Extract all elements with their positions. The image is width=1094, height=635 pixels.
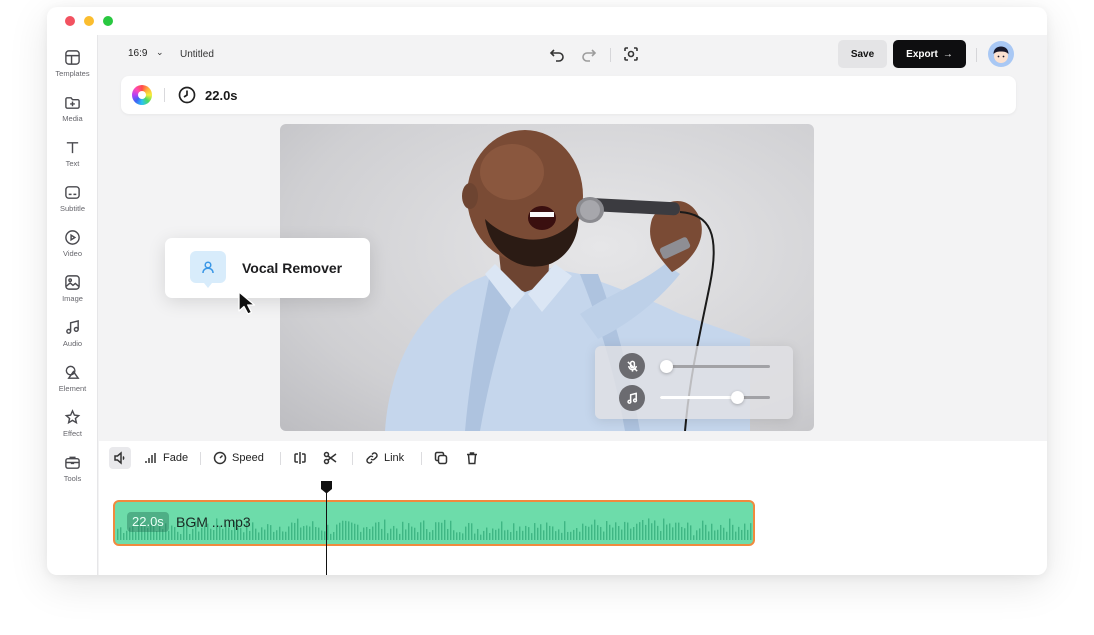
toolbar-divider (200, 452, 201, 465)
sidebar-item-templates[interactable]: Templates (47, 49, 98, 89)
sidebar-item-label: Subtitle (59, 204, 86, 213)
speed-icon (213, 451, 227, 465)
link-label: Link (384, 452, 405, 464)
music-note-icon[interactable] (619, 385, 645, 411)
link-icon (366, 452, 378, 464)
sidebar-item-label: Templates (55, 69, 90, 78)
sidebar-item-label: Video (62, 249, 83, 258)
image-icon (65, 275, 80, 290)
volume-icon[interactable] (109, 447, 131, 469)
music-volume-knob[interactable] (731, 391, 744, 404)
mouse-cursor-icon (238, 291, 256, 315)
aspect-ratio-select[interactable]: 16:9 (128, 48, 147, 59)
vocal-volume-knob[interactable] (659, 360, 673, 373)
export-button[interactable]: Export → (893, 40, 966, 68)
text-icon (66, 142, 79, 154)
sidebar-item-label: Tools (63, 474, 82, 483)
background-color-icon[interactable] (132, 85, 152, 105)
fade-icon (145, 453, 156, 463)
vocal-remover-popup[interactable]: Vocal Remover (165, 238, 370, 298)
split-icon[interactable] (293, 447, 307, 469)
effect-icon (64, 409, 81, 425)
templates-icon (65, 50, 80, 65)
volume-mixer-panel (595, 346, 793, 419)
export-button-label: Export (906, 48, 938, 60)
sidebar-item-label: Element (58, 384, 87, 393)
speed-button[interactable]: Speed (213, 447, 264, 469)
project-title[interactable]: Untitled (180, 49, 214, 60)
playhead-line[interactable] (326, 487, 327, 575)
tools-icon (65, 456, 80, 469)
sidebar-item-label: Text (65, 159, 80, 168)
save-button[interactable]: Save (838, 40, 887, 68)
audio-clip[interactable]: 22.0s BGM ...mp3 (113, 500, 755, 546)
toolbar-divider (280, 452, 281, 465)
speed-label: Speed (232, 452, 264, 464)
vocal-volume-slider[interactable] (659, 360, 770, 373)
sidebar-item-text[interactable]: Text (47, 139, 98, 179)
sidebar-item-element[interactable]: Element (47, 364, 98, 404)
sidebar-item-audio[interactable]: Audio (47, 319, 98, 359)
project-duration[interactable]: 22.0s (205, 88, 238, 103)
clock-icon (178, 86, 196, 104)
mic-muted-icon[interactable] (619, 353, 645, 379)
sidebar-item-label: Media (62, 114, 83, 123)
redo-icon[interactable] (581, 46, 597, 62)
sidebar-item-subtitle[interactable]: Subtitle (47, 184, 98, 224)
app-window: Templates Media Text Subtitle Video Imag… (47, 7, 1047, 575)
trash-icon[interactable] (465, 447, 479, 469)
duplicate-icon[interactable] (434, 447, 448, 469)
minimize-window-button[interactable] (84, 16, 94, 26)
top-toolbar: 16:9 ⌄ Untitled Save Export → (99, 35, 1047, 75)
user-icon (190, 251, 226, 288)
info-divider (164, 88, 165, 102)
chevron-down-icon[interactable]: ⌄ (156, 47, 164, 58)
sidebar-item-image[interactable]: Image (47, 274, 98, 314)
sidebar-item-label: Effect (62, 429, 83, 438)
audio-icon (66, 319, 79, 334)
fade-label: Fade (163, 452, 189, 464)
music-volume-fill (660, 396, 737, 399)
sidebar-item-label: Image (62, 294, 83, 303)
timeline-panel: Fade Speed Link 22.0s BGM ...mp3 (99, 441, 1047, 575)
sidebar-item-tools[interactable]: Tools (47, 454, 98, 494)
music-volume-slider[interactable] (660, 391, 770, 404)
sidebar-item-video[interactable]: Video (47, 229, 98, 269)
toolbar-divider (610, 48, 611, 62)
sidebar-item-label: Audio (62, 339, 83, 348)
canvas-info-bar: 22.0s (121, 76, 1016, 114)
subtitle-icon (65, 186, 80, 199)
toolbar-divider (352, 452, 353, 465)
toolbar-divider (976, 48, 977, 62)
maximize-window-button[interactable] (103, 16, 113, 26)
clip-duration-badge: 22.0s (127, 512, 169, 532)
playhead-handle[interactable] (320, 480, 333, 494)
toolbar-divider (421, 452, 422, 465)
element-icon (65, 365, 80, 379)
screenshot-icon[interactable] (623, 46, 639, 62)
sidebar-item-media[interactable]: Media (47, 94, 98, 134)
sidebar: Templates Media Text Subtitle Video Imag… (47, 35, 98, 575)
sidebar-item-effect[interactable]: Effect (47, 409, 98, 449)
clip-filename: BGM ...mp3 (176, 514, 251, 530)
media-icon (65, 97, 80, 109)
link-button[interactable]: Link (365, 447, 404, 469)
undo-icon[interactable] (549, 46, 565, 62)
vocal-remover-label: Vocal Remover (242, 260, 343, 276)
avatar[interactable] (988, 41, 1014, 67)
close-window-button[interactable] (65, 16, 75, 26)
fade-button[interactable]: Fade (144, 447, 188, 469)
video-icon (65, 230, 80, 245)
window-titlebar (47, 7, 1047, 35)
arrow-right-icon: → (942, 48, 953, 60)
scissors-icon[interactable] (323, 447, 337, 469)
